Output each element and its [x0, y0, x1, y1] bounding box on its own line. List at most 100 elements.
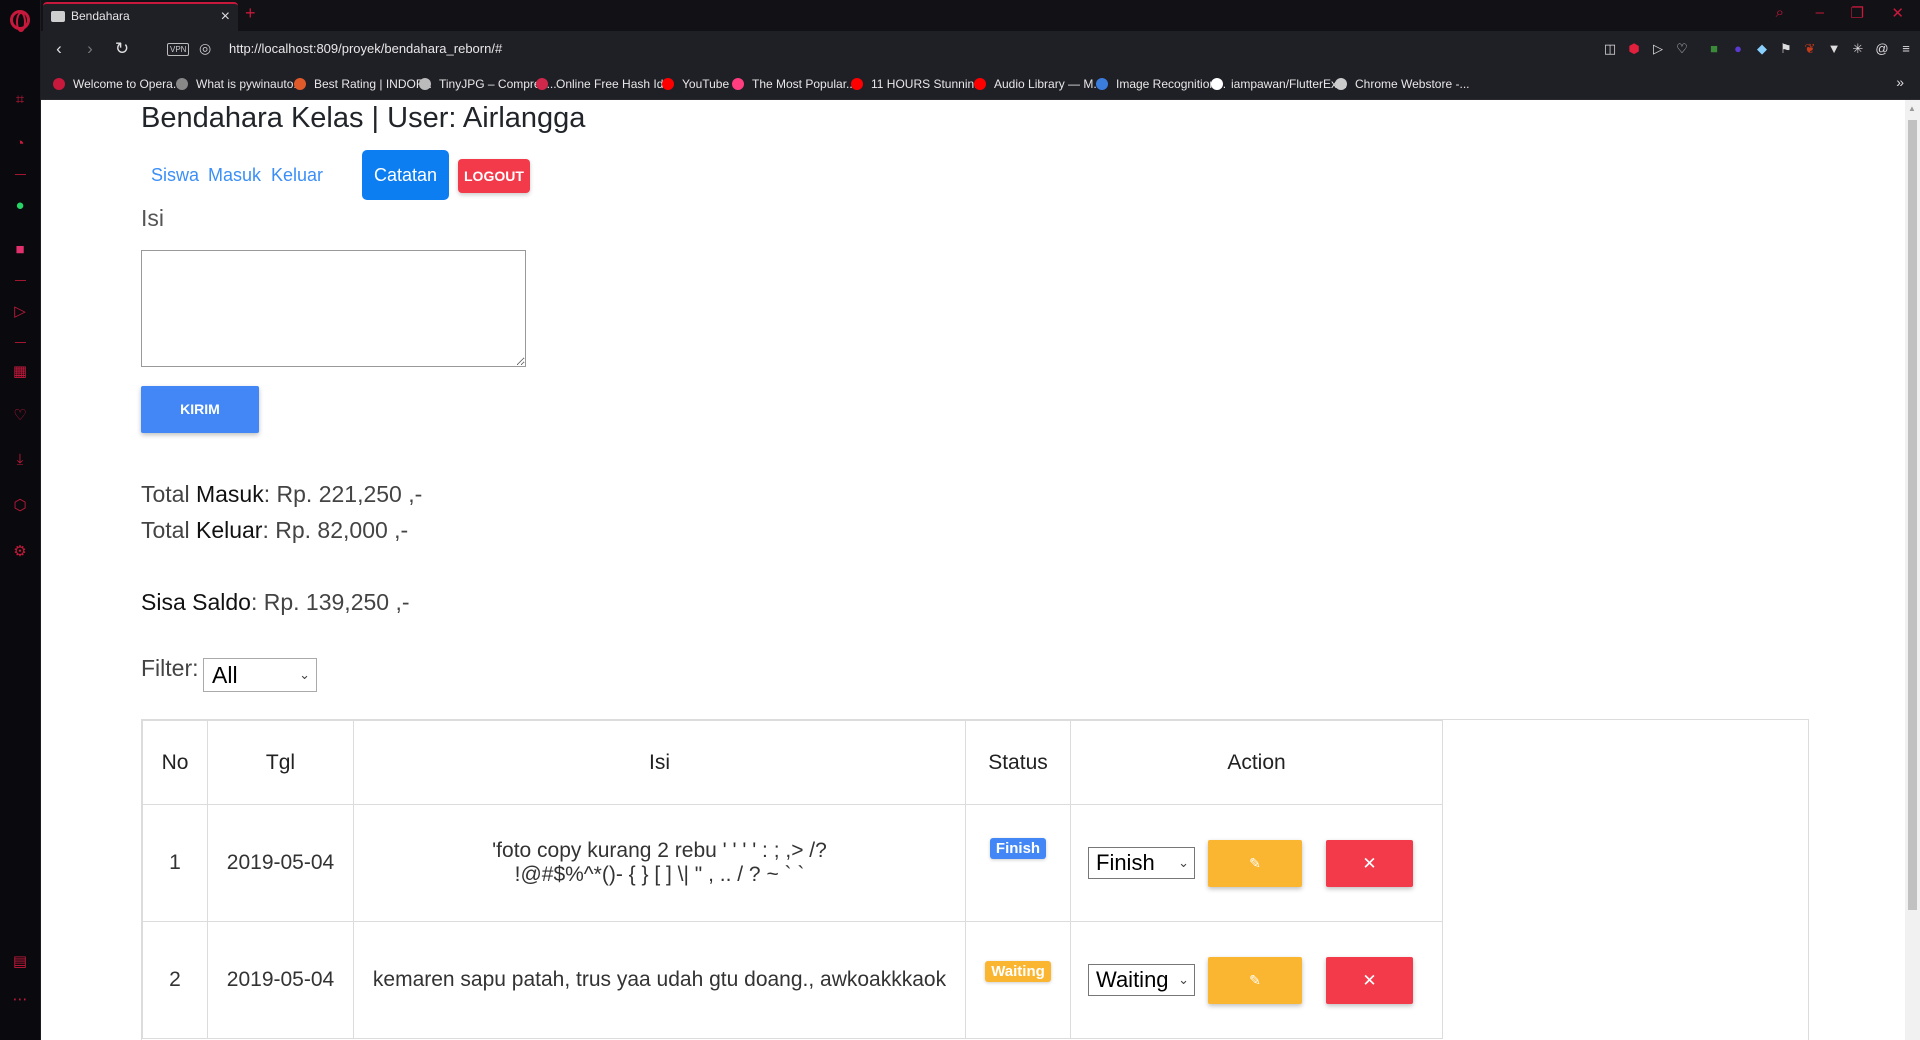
reload-icon[interactable]: ↻ — [112, 39, 132, 59]
restore-window-icon[interactable]: ❐ — [1851, 4, 1864, 22]
bookmark-item[interactable]: Welcome to Opera... — [53, 77, 183, 91]
bookmark-label: What is pywinauto... — [196, 77, 304, 91]
row-no: 2 — [142, 921, 208, 1039]
extension-at-icon[interactable]: @ — [1874, 41, 1890, 57]
nav-catatan[interactable]: Catatan — [362, 150, 450, 200]
bookmark-favicon-icon — [419, 78, 431, 90]
row-no: 1 — [142, 804, 208, 922]
snapshot-camera-icon[interactable]: ◫ — [1602, 41, 1618, 57]
sidebar-panel-icon[interactable]: ▤ — [10, 952, 30, 972]
status-select[interactable]: Finish ⌄ — [1088, 847, 1195, 879]
bookmark-label: Chrome Webstore -... — [1355, 77, 1470, 91]
status-select-value: Waiting — [1096, 967, 1169, 992]
tab-close-icon[interactable]: × — [221, 4, 230, 29]
bookmark-item[interactable]: Best Rating | INDOF... — [294, 77, 432, 91]
grid-icon[interactable]: ▦ — [10, 362, 30, 382]
chevron-down-icon: ⌄ — [1178, 855, 1189, 870]
bookmark-item[interactable]: YouTube — [662, 77, 729, 91]
back-icon[interactable]: ‹ — [49, 39, 69, 59]
forward-icon[interactable]: › — [80, 39, 100, 59]
scroll-up-arrow-icon[interactable]: ▲ — [1908, 104, 1916, 113]
catatan-table-container: No Tgl Isi Status Action 1 2019-05-04 'f… — [141, 719, 1809, 1040]
logout-button[interactable]: LOGOUT — [458, 159, 530, 193]
bookmark-label: 11 HOURS Stunnin... — [871, 77, 985, 91]
extension-vee-icon[interactable]: ▼ — [1826, 41, 1842, 57]
adblock-shield-icon[interactable]: ⬢ — [1626, 41, 1642, 57]
total-keluar-prefix: Total — [141, 517, 196, 543]
total-masuk-key: Masuk — [195, 481, 264, 507]
isi-label: Isi — [141, 205, 164, 231]
cube-icon[interactable]: ⬡ — [10, 496, 30, 516]
bookmark-item[interactable]: Online Free Hash Id... — [536, 77, 673, 91]
sisa-saldo-key: Sisa Saldo — [141, 589, 251, 615]
bookmark-label: Welcome to Opera... — [73, 77, 183, 91]
url-field[interactable]: http://localhost:809/proyek/bendahara_re… — [229, 41, 502, 56]
address-bar: ‹ › ↻ VPN ◎ http://localhost:809/proyek/… — [41, 31, 1920, 69]
extension-flag-icon[interactable]: ⚑ — [1778, 41, 1794, 57]
send-icon[interactable]: ▷ — [10, 302, 30, 322]
row-isi-line: kemaren sapu patah, trus yaa udah gtu do… — [372, 968, 947, 991]
row-tgl: 2019-05-04 — [207, 921, 354, 1039]
search-tabs-icon[interactable]: ⌕ — [1776, 4, 1784, 21]
bookmark-item[interactable]: What is pywinauto... — [176, 77, 303, 91]
gamepad-icon[interactable]: ⌗ — [10, 90, 30, 110]
sisa-saldo-value: : Rp. 139,250 ,- — [250, 589, 410, 615]
scroll-thumb[interactable] — [1908, 120, 1917, 910]
extension-leaf-icon[interactable]: ❦ — [1802, 41, 1818, 57]
minimize-window-icon[interactable]: – — [1816, 4, 1824, 21]
status-select-value: Finish — [1096, 850, 1155, 875]
page-scrollbar[interactable]: ▲ — [1905, 100, 1920, 1040]
total-masuk-value: : Rp. 221,250 ,- — [263, 481, 423, 507]
whatsapp-icon[interactable]: ● — [10, 196, 30, 216]
row-isi: kemaren sapu patah, trus yaa udah gtu do… — [353, 921, 966, 1039]
filter-select[interactable]: All ⌄ — [203, 658, 317, 692]
kirim-button[interactable]: KIRIM — [141, 386, 259, 433]
opera-sidebar: ⌗ ◔ ● ■ ▷ ▦ ♡ ⤓ ⬡ ⚙ ▤ ⋯ — [0, 0, 41, 1040]
bookmark-item[interactable]: The Most Popular... — [732, 77, 856, 91]
extension-react-icon[interactable]: ✳ — [1850, 41, 1866, 57]
bookmark-item[interactable]: Audio Library — M... — [974, 77, 1103, 91]
bookmark-label: YouTube — [682, 77, 730, 91]
more-options-icon[interactable]: ⋯ — [10, 990, 30, 1010]
vpn-badge[interactable]: VPN — [167, 43, 190, 56]
col-status: Status — [965, 720, 1071, 805]
col-action: Action — [1070, 720, 1443, 805]
isi-textarea[interactable] — [141, 250, 526, 367]
extension-circle-icon[interactable]: ● — [1730, 41, 1746, 57]
bookmark-favicon-icon — [732, 78, 744, 90]
edit-button[interactable]: ✎ — [1208, 957, 1302, 1004]
flow-send-icon[interactable]: ▷ — [1650, 41, 1666, 57]
table-row: 1 2019-05-04 'foto copy kurang 2 rebu ' … — [142, 804, 1443, 922]
bookmark-favicon-icon — [1211, 78, 1223, 90]
download-icon[interactable]: ⤓ — [10, 450, 30, 470]
new-tab-plus-icon[interactable]: + — [245, 3, 256, 24]
speed-dial-icon[interactable]: ◔ — [10, 134, 30, 154]
easy-setup-menu-icon[interactable]: ≡ — [1898, 41, 1914, 57]
instagram-icon[interactable]: ■ — [10, 240, 30, 260]
more-bookmarks-icon[interactable]: » — [1896, 74, 1904, 90]
bookmark-heart-icon[interactable]: ♡ — [1674, 41, 1690, 57]
bookmark-item[interactable]: Image Recognition... — [1096, 77, 1226, 91]
edit-button[interactable]: ✎ — [1208, 840, 1302, 887]
col-tgl: Tgl — [207, 720, 354, 805]
status-select[interactable]: Waiting ⌄ — [1088, 964, 1195, 996]
settings-gear-icon[interactable]: ⚙ — [10, 542, 30, 562]
tab-bendahara[interactable]: Bendahara × — [43, 2, 238, 31]
delete-button[interactable]: ✕ — [1326, 957, 1413, 1004]
bookmark-item[interactable]: iampawan/FlutterEx... — [1211, 77, 1347, 91]
bookmark-item[interactable]: Chrome Webstore -... — [1335, 77, 1469, 91]
heart-icon[interactable]: ♡ — [10, 406, 30, 426]
table-row: 2 2019-05-04 kemaren sapu patah, trus ya… — [142, 921, 1443, 1039]
bookmark-item[interactable]: 11 HOURS Stunnin... — [851, 77, 984, 91]
bookmark-favicon-icon — [294, 78, 306, 90]
close-window-icon[interactable]: ✕ — [1891, 4, 1904, 22]
action-group: Finish ⌄ ✎ ✕ — [1071, 805, 1442, 921]
site-info-globe-icon[interactable]: ◎ — [199, 40, 211, 57]
delete-button[interactable]: ✕ — [1326, 840, 1413, 887]
extension-cube-icon[interactable]: ■ — [1706, 41, 1722, 57]
nav-keluar[interactable]: Keluar — [259, 150, 335, 200]
web-page: Bendahara Kelas | User: Airlangga Siswa … — [41, 100, 1905, 1040]
opera-logo-icon[interactable] — [10, 10, 30, 32]
extension-diamond-icon[interactable]: ◆ — [1754, 41, 1770, 57]
bookmark-favicon-icon — [851, 78, 863, 90]
